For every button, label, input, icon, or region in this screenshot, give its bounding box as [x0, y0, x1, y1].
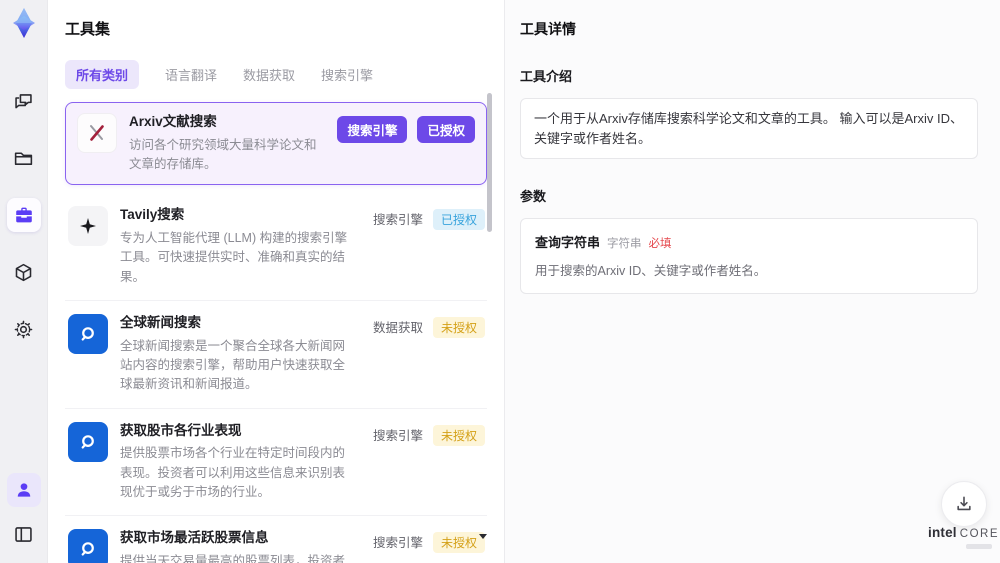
intro-heading: 工具介绍 [520, 69, 573, 84]
category-label: 搜索引擎 [372, 536, 423, 551]
category-label: 数据获取 [372, 320, 423, 335]
tab-all-categories[interactable]: 所有类别 [65, 60, 140, 89]
tool-name: Tavily搜索 [120, 207, 185, 223]
tool-detail-panel: 工具详情 工具介绍 一个用于从Arxiv存储库搜索科学论文和文章的工具。 输入可… [505, 0, 1000, 563]
gear-icon[interactable] [7, 312, 41, 346]
user-icon[interactable] [6, 473, 41, 507]
tool-row-tavily[interactable]: Tavily搜索 专为人工智能代理 (LLM) 构建的搜索引擎工具。可快速提供实… [65, 193, 487, 301]
news-search-icon [68, 421, 108, 462]
download-button[interactable] [941, 481, 987, 527]
status-badge: 已授权 [432, 209, 485, 231]
rail-bottom [6, 473, 41, 563]
rail-nav [6, 84, 41, 346]
cube-icon[interactable] [7, 255, 41, 289]
tool-name: 获取市场最活跃股票信息 [120, 530, 269, 546]
list-scrollbar[interactable] [487, 93, 492, 232]
category-badge[interactable]: 搜索引擎 [337, 116, 408, 143]
param-name: 查询字符串 [535, 235, 601, 250]
page-title: 工具集 [65, 21, 111, 38]
toolbox-icon[interactable] [6, 198, 41, 232]
intro-text-box: 一个用于从Arxiv存储库搜索科学论文和文章的工具。 输入可以是Arxiv ID… [520, 98, 978, 159]
left-icon-rail [0, 0, 48, 563]
app-window: 工具集 所有类别 语言翻译 数据获取 搜索引擎 Arxiv文献搜索 访问各个研究… [0, 0, 1000, 563]
core-wordmark: CORE [959, 528, 999, 540]
news-search-icon [68, 529, 108, 563]
param-required-badge: 必填 [648, 238, 672, 250]
tool-name: 全球新闻搜索 [120, 314, 201, 330]
param-desc: 用于搜索的Arxiv ID、关键字或作者姓名。 [535, 264, 767, 278]
param-type: 字符串 [607, 238, 642, 250]
params-heading: 参数 [520, 189, 547, 204]
tool-desc: 访问各个研究领域大量科学论文和文章的存储库。 [129, 137, 317, 171]
category-label: 搜索引擎 [372, 428, 423, 443]
intel-wordmark: intel [928, 525, 957, 540]
tool-desc: 全球新闻搜索是一个聚合全球各大新闻网站内容的搜索引擎，帮助用户快速获取全球最新资… [120, 338, 346, 392]
intel-sub-brand [966, 543, 992, 549]
detail-title: 工具详情 [520, 21, 576, 37]
arxiv-logo-icon [77, 113, 117, 153]
tab-language-translation[interactable]: 语言翻译 [165, 65, 217, 84]
tool-desc: 提供股票市场各个行业在特定时间段内的表现。投资者可以利用这些信息来识别表现优于或… [120, 446, 346, 499]
tab-data-acquisition[interactable]: 数据获取 [243, 65, 295, 84]
status-badge: 未授权 [432, 424, 485, 446]
tool-desc: 提供当天交易量最高的股票列表，投资者可以利用这些信息来识别流动性强的股票和潜在的… [120, 553, 346, 563]
tool-name: Arxiv文献搜索 [129, 114, 217, 129]
tool-desc: 专为人工智能代理 (LLM) 构建的搜索引擎工具。可快速提供实时、准确和真实的结… [120, 230, 348, 284]
tool-list-panel: 工具集 所有类别 语言翻译 数据获取 搜索引擎 Arxiv文献搜索 访问各个研究… [48, 0, 504, 563]
category-tabs: 所有类别 语言翻译 数据获取 搜索引擎 [65, 60, 504, 89]
sparkle-icon [68, 206, 108, 247]
tool-name: 获取股市各行业表现 [120, 422, 242, 438]
tool-list: Arxiv文献搜索 访问各个研究领域大量科学论文和文章的存储库。 搜索引擎 已授… [65, 102, 487, 563]
param-card: 查询字符串 字符串 必填 用于搜索的Arxiv ID、关键字或作者姓名。 [520, 218, 978, 294]
tool-row-sector-performance[interactable]: 获取股市各行业表现 提供股票市场各个行业在特定时间段内的表现。投资者可以利用这些… [65, 409, 487, 517]
news-search-icon [68, 313, 108, 354]
scroll-down-caret-icon[interactable] [479, 534, 487, 539]
chat-icon[interactable] [7, 84, 41, 118]
tool-row-arxiv[interactable]: Arxiv文献搜索 访问各个研究领域大量科学论文和文章的存储库。 搜索引擎 已授… [65, 102, 487, 186]
tab-search-engine[interactable]: 搜索引擎 [321, 65, 373, 84]
download-icon [957, 496, 971, 511]
folder-icon[interactable] [7, 141, 41, 175]
tool-row-global-news[interactable]: 全球新闻搜索 全球新闻搜索是一个聚合全球各大新闻网站内容的搜索引擎，帮助用户快速… [65, 301, 487, 409]
app-logo-icon[interactable] [5, 4, 43, 42]
status-badge[interactable]: 已授权 [417, 116, 475, 143]
status-badge: 未授权 [432, 532, 485, 554]
panels-icon[interactable] [7, 517, 41, 551]
status-badge: 未授权 [432, 316, 485, 338]
category-label: 搜索引擎 [372, 213, 423, 228]
intel-core-logo: intel CORE [928, 524, 997, 549]
tool-row-most-active-stocks[interactable]: 获取市场最活跃股票信息 提供当天交易量最高的股票列表，投资者可以利用这些信息来识… [65, 516, 487, 563]
